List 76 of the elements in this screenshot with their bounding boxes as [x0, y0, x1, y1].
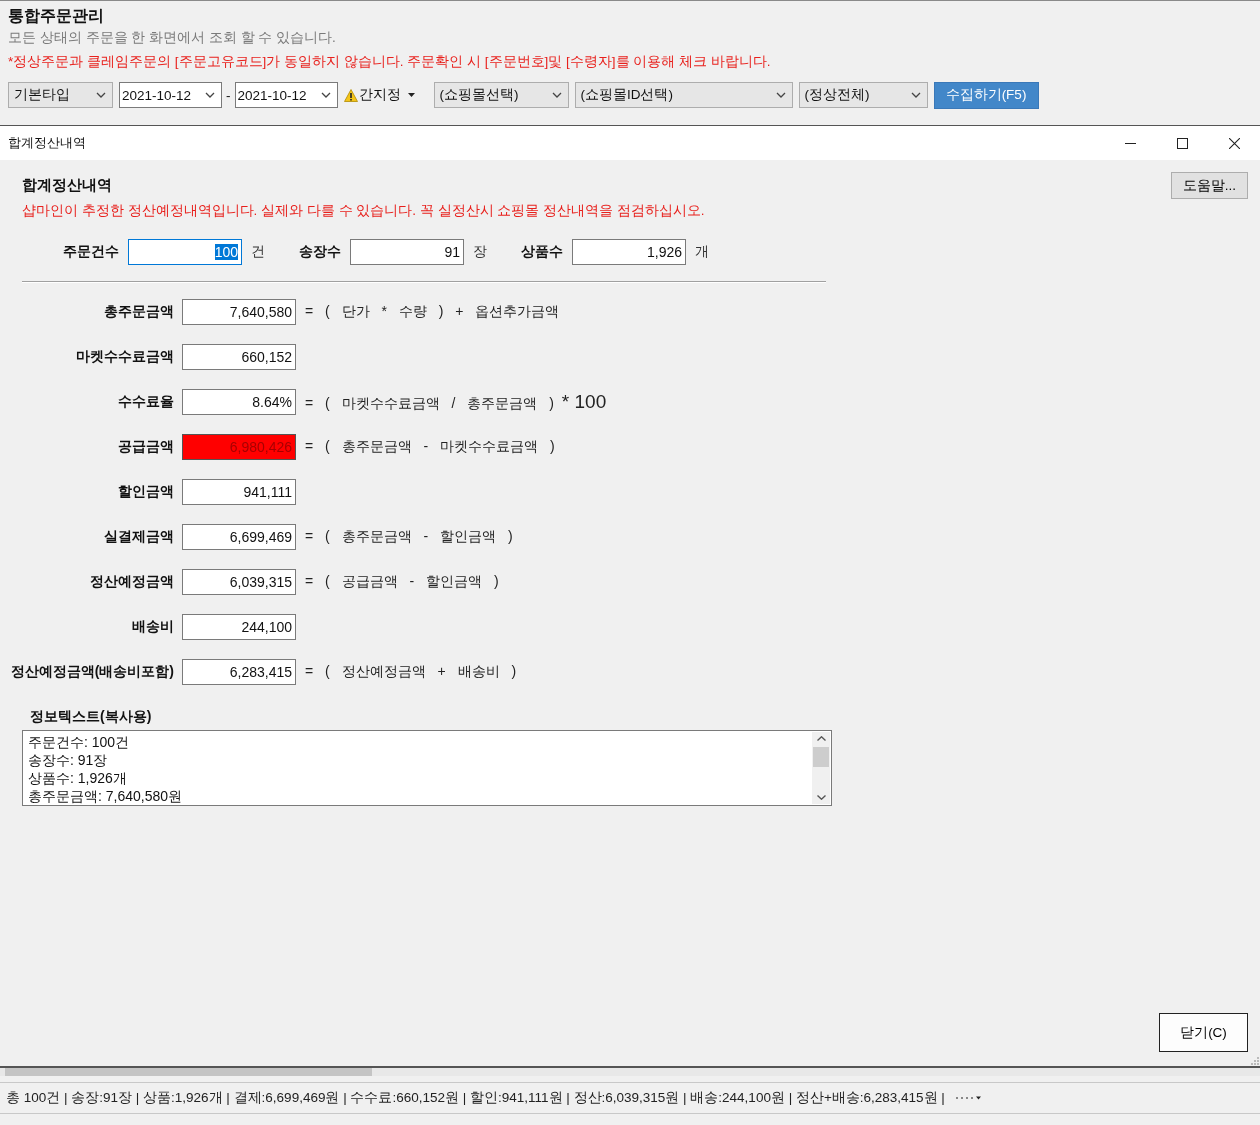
close-dialog-button[interactable]: 닫기(C) — [1159, 1013, 1248, 1052]
caret-down-icon — [407, 93, 415, 97]
field-label: 공급금액 — [118, 438, 174, 456]
page-title: 통합주문관리 — [8, 6, 105, 26]
formula-text: = ( 공급금액 - 할인금액 ) — [305, 573, 499, 591]
count-field[interactable]: 1,926 — [572, 239, 686, 265]
dropdown[interactable]: 기본타입 — [8, 82, 113, 108]
period-menu-button[interactable]: 간지정 — [343, 82, 428, 108]
field-label: 총주문금액 — [104, 303, 174, 321]
chevron-down-icon — [775, 92, 786, 98]
unit-label: 개 — [695, 243, 709, 261]
info-text-line: 송장수: 91장 — [28, 751, 109, 769]
formula-text: = ( 마켓수수료금액 / 총주문금액 ) — [305, 395, 554, 413]
scrollbar-thumb[interactable] — [5, 1068, 372, 1076]
dropdown[interactable]: (정상전체) — [798, 82, 928, 108]
chevron-down-icon — [551, 92, 562, 98]
maximize-icon — [1176, 137, 1188, 149]
field-label: 할인금액 — [118, 483, 174, 501]
field-label: 정산예정금액(배송비포함) — [10, 663, 174, 681]
info-text-field[interactable]: 주문건수: 100건 송장수: 91장 상품수: 1,926개 총주문금액: 7,640,580원 — [22, 730, 832, 806]
close-icon — [1228, 137, 1240, 149]
field-label: 마켓수수료금액 — [76, 348, 174, 366]
amount-field[interactable]: 8.64% — [182, 389, 296, 415]
multiplier-text: * 100 — [561, 391, 607, 413]
dialog-heading: 합계정산내역 — [22, 175, 113, 195]
chevron-down-icon — [205, 92, 215, 98]
formula-text: = ( 정산예정금액 + 배송비 ) — [305, 663, 517, 681]
dialog-title: 합계정산내역 — [8, 134, 86, 152]
amount-field[interactable]: 660,152 — [182, 344, 296, 370]
amount-field[interactable]: 941,111 — [182, 479, 296, 505]
field-label: 송장수 — [299, 243, 341, 261]
formula-text: = ( 총주문금액 - 마켓수수료금액 ) — [305, 438, 555, 456]
horizontal-scrollbar[interactable] — [0, 1068, 1260, 1076]
amount-field[interactable]: 244,100 — [182, 614, 296, 640]
more-icon[interactable] — [954, 1095, 981, 1101]
dropdown[interactable]: (쇼핑몰선택) — [433, 82, 569, 108]
date-picker[interactable]: 2021-10-12 — [119, 82, 222, 108]
field-label: 배송비 — [132, 618, 174, 636]
amount-field[interactable]: 6,039,315 — [182, 569, 296, 595]
field-label: 상품수 — [521, 243, 563, 261]
info-text-label: 정보텍스트(복사용) — [30, 707, 153, 726]
help-button[interactable]: 도움말... — [1171, 172, 1248, 199]
collect-button[interactable]: 수집하기(F5) — [933, 81, 1039, 109]
chevron-down-icon — [96, 92, 106, 98]
field-label: 수수료율 — [118, 393, 174, 411]
field-label: 주문건수 — [63, 243, 119, 261]
unit-label: 건 — [251, 243, 265, 261]
minimize-icon — [1124, 142, 1136, 144]
vertical-scrollbar[interactable] — [812, 732, 830, 804]
amount-field[interactable]: 6,283,415 — [182, 659, 296, 685]
info-text-line: 총주문금액: 7,640,580원 — [28, 787, 183, 805]
warning-text: *정상주문과 클레임주문의 [주문고유코드]가 동일하지 않습니다. 주문확인 시 [주문번호]및 [수령자]를 이용해 체크 바랍니다. — [8, 53, 772, 71]
scroll-up-icon — [816, 736, 826, 741]
chevron-down-icon — [910, 92, 921, 98]
scrollbar-thumb[interactable] — [813, 747, 829, 767]
amount-field[interactable]: 6,699,469 — [182, 524, 296, 550]
date-picker[interactable]: 2021-10-12 — [234, 82, 338, 108]
page-subtitle: 모든 상태의 주문을 한 화면에서 조회 할 수 있습니다. — [8, 29, 337, 47]
status-text: 총 100건 | 송장:91장 | 상품:1,926개 | 결제:6,699,469원 | 수수료:660,152원 | 할인:941,111원 | 정산:6,039,315원 | 배송:244,100원 | 정산+배송:6,283,415원 | — [6, 1089, 945, 1107]
chevron-down-icon — [320, 92, 331, 98]
warning-icon — [343, 88, 358, 102]
unit-label: 장 — [473, 243, 487, 261]
info-text-line: 상품수: 1,926개 — [28, 769, 128, 787]
resize-grip-icon[interactable] — [1251, 1057, 1259, 1065]
field-label: 실결제금액 — [104, 528, 174, 546]
scroll-down-icon — [816, 795, 826, 800]
formula-text: = ( 총주문금액 - 할인금액 ) — [305, 528, 513, 546]
formula-text: = ( 단가 * 수량 ) + 옵션추가금액 — [305, 303, 560, 321]
field-label: 정산예정금액 — [90, 573, 174, 591]
count-field[interactable]: 91 — [350, 239, 464, 265]
count-field[interactable]: 100 — [128, 239, 242, 265]
amount-field[interactable]: 7,640,580 — [182, 299, 296, 325]
notice-text: 샵마인이 추정한 정산예정내역입니다. 실제와 다를 수 있습니다. 꼭 실정산시 쇼핑몰 정산내역을 점검하십시오. — [22, 202, 705, 220]
date-range-dash: - — [226, 87, 231, 103]
info-text-line: 주문건수: 100건 — [28, 733, 131, 751]
dropdown[interactable]: (쇼핑몰ID선택) — [574, 82, 793, 108]
